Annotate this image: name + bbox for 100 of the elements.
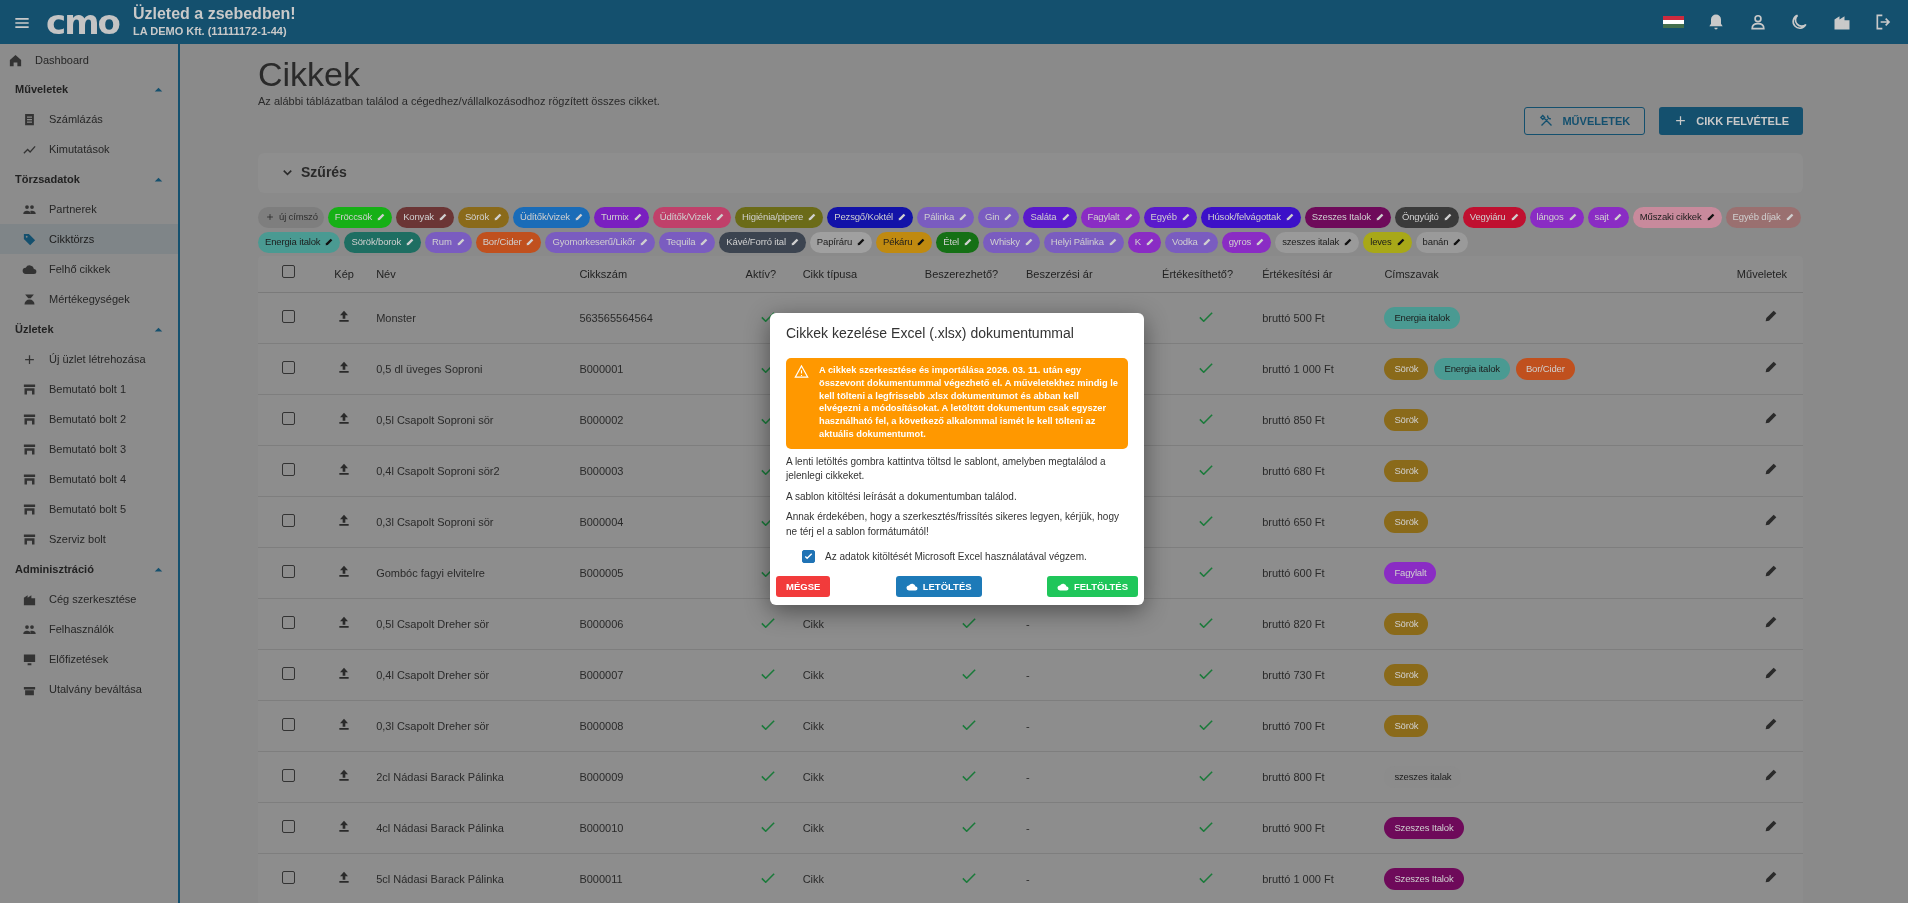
category-tag[interactable]: Bor/Cider bbox=[475, 231, 542, 253]
sidebar-item[interactable]: Új üzlet létrehozása bbox=[0, 344, 178, 374]
user-icon[interactable] bbox=[1748, 12, 1768, 32]
row-checkbox[interactable] bbox=[281, 666, 295, 680]
category-tag[interactable]: Vodka bbox=[1164, 231, 1218, 253]
category-tag[interactable]: Szeszes Italok bbox=[1304, 206, 1391, 228]
category-tag[interactable]: gyros bbox=[1221, 231, 1272, 253]
row-checkbox[interactable] bbox=[281, 462, 295, 476]
pencil-icon[interactable] bbox=[1343, 237, 1354, 248]
category-tag[interactable]: lángos bbox=[1529, 206, 1584, 228]
category-tag[interactable]: sajt bbox=[1587, 206, 1629, 228]
sidebar-section[interactable]: Műveletek bbox=[0, 74, 178, 104]
pencil-icon[interactable] bbox=[1180, 212, 1191, 223]
row-checkbox[interactable] bbox=[281, 564, 295, 578]
action-button[interactable]: CIKK FELVÉTELE bbox=[1659, 106, 1803, 135]
action-button[interactable]: MŰVELETEK bbox=[1524, 106, 1646, 135]
row-checkbox[interactable] bbox=[281, 360, 295, 374]
pencil-icon[interactable] bbox=[1060, 212, 1071, 223]
pencil-icon[interactable] bbox=[1374, 212, 1385, 223]
sidebar-section[interactable]: Üzletek bbox=[0, 314, 178, 344]
sidebar-item[interactable]: Mértékegységek bbox=[0, 284, 178, 314]
pencil-icon[interactable] bbox=[1255, 237, 1266, 248]
category-tag[interactable]: Whisky bbox=[983, 231, 1040, 253]
category-tag[interactable]: Higiénia/pipere bbox=[735, 206, 824, 228]
sidebar-item[interactable]: Bemutató bolt 1 bbox=[0, 374, 178, 404]
category-tag[interactable]: Egyéb díjak bbox=[1725, 206, 1801, 228]
pencil-icon[interactable] bbox=[856, 237, 867, 248]
category-tag[interactable]: Helyi Pálinka bbox=[1043, 231, 1124, 253]
category-tag[interactable]: Rum bbox=[425, 231, 472, 253]
category-tag[interactable]: szeszes italak bbox=[1275, 231, 1360, 253]
category-tag[interactable]: Saláta bbox=[1023, 206, 1077, 228]
pencil-icon[interactable] bbox=[1509, 212, 1520, 223]
sidebar-item[interactable]: Bemutató bolt 3 bbox=[0, 434, 178, 464]
category-tag[interactable]: Pezsgő/Koktél bbox=[827, 206, 913, 228]
pencil-icon[interactable] bbox=[1144, 237, 1155, 248]
row-checkbox[interactable] bbox=[281, 513, 295, 527]
category-tag[interactable]: Fagylalt bbox=[1080, 206, 1140, 228]
pencil-icon[interactable] bbox=[573, 212, 584, 223]
pencil-icon[interactable] bbox=[1442, 212, 1453, 223]
category-tag[interactable]: Sörök bbox=[457, 206, 509, 228]
pencil-icon[interactable] bbox=[437, 212, 448, 223]
category-tag[interactable]: leves bbox=[1363, 231, 1412, 253]
sidebar-item[interactable]: Partnerek bbox=[0, 194, 178, 224]
cancel-button[interactable]: MÉGSE bbox=[776, 576, 831, 598]
sidebar-item[interactable]: Számlázás bbox=[0, 104, 178, 134]
pencil-icon[interactable] bbox=[1452, 237, 1463, 248]
pencil-icon[interactable] bbox=[916, 237, 927, 248]
row-checkbox[interactable] bbox=[281, 768, 295, 782]
sidebar-item[interactable]: Felhasználók bbox=[0, 614, 178, 644]
category-tag[interactable]: Üdítők/vizek bbox=[513, 206, 590, 228]
sidebar-item[interactable]: Bemutató bolt 5 bbox=[0, 494, 178, 524]
category-tag[interactable]: Sörök/borok bbox=[344, 231, 422, 253]
pencil-icon[interactable] bbox=[963, 237, 974, 248]
category-tag[interactable]: Tequila bbox=[659, 231, 716, 253]
category-tag[interactable]: Öngyújtó bbox=[1394, 206, 1459, 228]
pencil-icon[interactable] bbox=[1567, 212, 1578, 223]
category-tag[interactable]: banán bbox=[1415, 231, 1469, 253]
sidebar-item[interactable]: Cég szerkesztése bbox=[0, 584, 178, 614]
filter-toggle[interactable]: Szűrés bbox=[274, 161, 353, 185]
sidebar-item[interactable]: Felhő cikkek bbox=[0, 254, 178, 284]
category-tag[interactable]: Pékáru bbox=[876, 231, 933, 253]
category-tag[interactable]: Egyéb bbox=[1143, 206, 1197, 228]
row-checkbox[interactable] bbox=[281, 411, 295, 425]
category-tag[interactable]: Vegyiáru bbox=[1462, 206, 1526, 228]
sidebar-item[interactable]: Dashboard bbox=[0, 46, 178, 74]
category-tag[interactable]: Turmix bbox=[593, 206, 649, 228]
pencil-icon[interactable] bbox=[632, 212, 643, 223]
flag-icon[interactable] bbox=[1663, 16, 1684, 28]
sidebar-item[interactable]: Bemutató bolt 4 bbox=[0, 464, 178, 494]
download-button[interactable]: LETÖLTÉS bbox=[895, 576, 982, 598]
pencil-icon[interactable] bbox=[897, 212, 907, 223]
category-tag[interactable]: Húsok/felvágottak bbox=[1200, 206, 1301, 228]
category-tag[interactable]: Gin bbox=[978, 206, 1020, 228]
category-tag[interactable]: Üdítők/Vizek bbox=[652, 206, 732, 228]
category-tag[interactable]: Étel bbox=[936, 231, 980, 253]
category-tag[interactable]: K bbox=[1127, 231, 1161, 253]
sidebar-section[interactable]: Törzsadatok bbox=[0, 164, 178, 194]
sidebar-item[interactable]: Bemutató bolt 2 bbox=[0, 404, 178, 434]
category-tag[interactable]: Pálinka bbox=[917, 206, 975, 228]
select-all-checkbox[interactable] bbox=[281, 265, 295, 279]
sidebar-item[interactable]: Előfizetések bbox=[0, 644, 178, 674]
sidebar-section[interactable]: Adminisztráció bbox=[0, 554, 178, 584]
row-checkbox[interactable] bbox=[281, 870, 295, 884]
pencil-icon[interactable] bbox=[1395, 237, 1406, 248]
row-checkbox[interactable] bbox=[281, 819, 295, 833]
pencil-icon[interactable] bbox=[789, 237, 800, 248]
category-tag[interactable]: Papíráru bbox=[809, 231, 873, 253]
sidebar-item[interactable]: Utalvány beváltása bbox=[0, 674, 178, 704]
category-tag[interactable]: Kávé/Forró ital bbox=[719, 231, 806, 253]
category-tag[interactable]: Gyomorkeserű/Likőr bbox=[545, 231, 656, 253]
sidebar-item[interactable]: Kimutatások bbox=[0, 134, 178, 164]
category-tag[interactable]: Konyak bbox=[396, 206, 454, 228]
add-tag-button[interactable]: új címszó bbox=[258, 206, 324, 228]
row-checkbox[interactable] bbox=[281, 309, 295, 323]
pencil-icon[interactable] bbox=[1612, 212, 1623, 223]
sidebar-item[interactable]: Szerviz bolt bbox=[0, 524, 178, 554]
sidebar-item[interactable]: Cikktörzs bbox=[0, 224, 178, 254]
category-tag[interactable]: Energia italok bbox=[258, 231, 341, 253]
pencil-icon[interactable] bbox=[1705, 212, 1716, 223]
row-checkbox[interactable] bbox=[281, 615, 295, 629]
